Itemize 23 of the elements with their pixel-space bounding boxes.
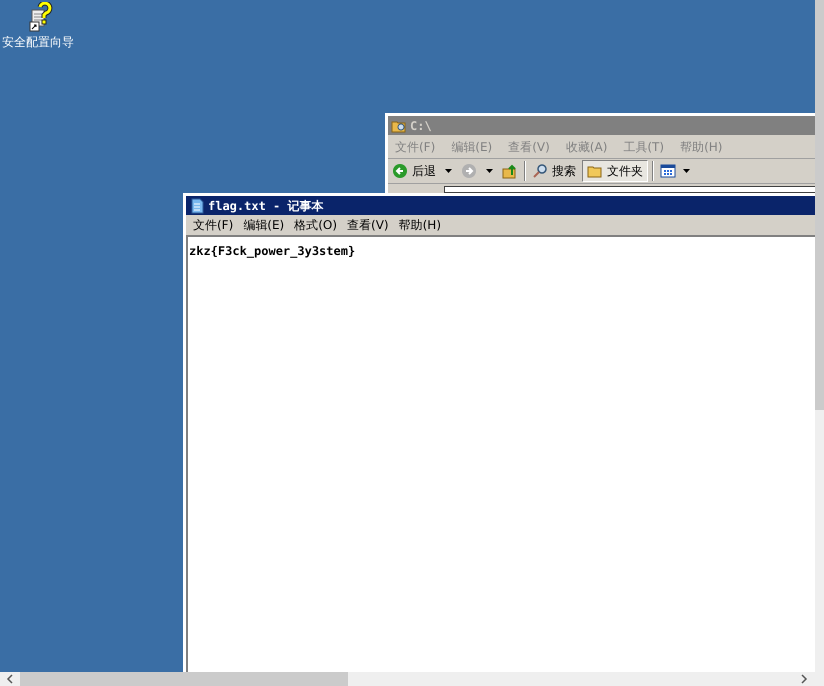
scrollbar-thumb[interactable] <box>815 0 824 410</box>
address-field[interactable] <box>444 186 815 193</box>
view-grid-icon <box>660 163 676 179</box>
search-button[interactable]: 搜索 <box>530 160 578 182</box>
menu-item[interactable]: 格式(O) <box>291 216 340 234</box>
caret-icon[interactable] <box>683 169 690 173</box>
folders-button[interactable]: 文件夹 <box>582 160 648 182</box>
document-text: zkz{F3ck_power_3y3stem} <box>189 244 356 258</box>
caret-icon[interactable] <box>486 169 493 173</box>
menu-item[interactable]: 编辑(E) <box>240 216 288 234</box>
menu-item[interactable]: 查看(V) <box>344 216 392 234</box>
notepad-icon <box>189 198 205 214</box>
menu-item[interactable]: 帮助(H) <box>396 216 444 234</box>
back-button[interactable]: 后退 <box>390 160 438 182</box>
window-title: C:\ <box>410 118 432 134</box>
desktop-icon-label[interactable]: 安全配置向导 <box>2 34 74 50</box>
window-title: flag.txt - 记事本 <box>208 198 324 214</box>
search-icon <box>532 163 548 179</box>
scrollbar-thumb[interactable] <box>20 672 348 686</box>
text-area[interactable]: zkz{F3ck_power_3y3stem} <box>186 235 815 672</box>
menu-item[interactable]: 文件(F) <box>190 216 236 234</box>
caret-icon[interactable] <box>445 169 452 173</box>
folder-up-icon <box>502 163 518 179</box>
